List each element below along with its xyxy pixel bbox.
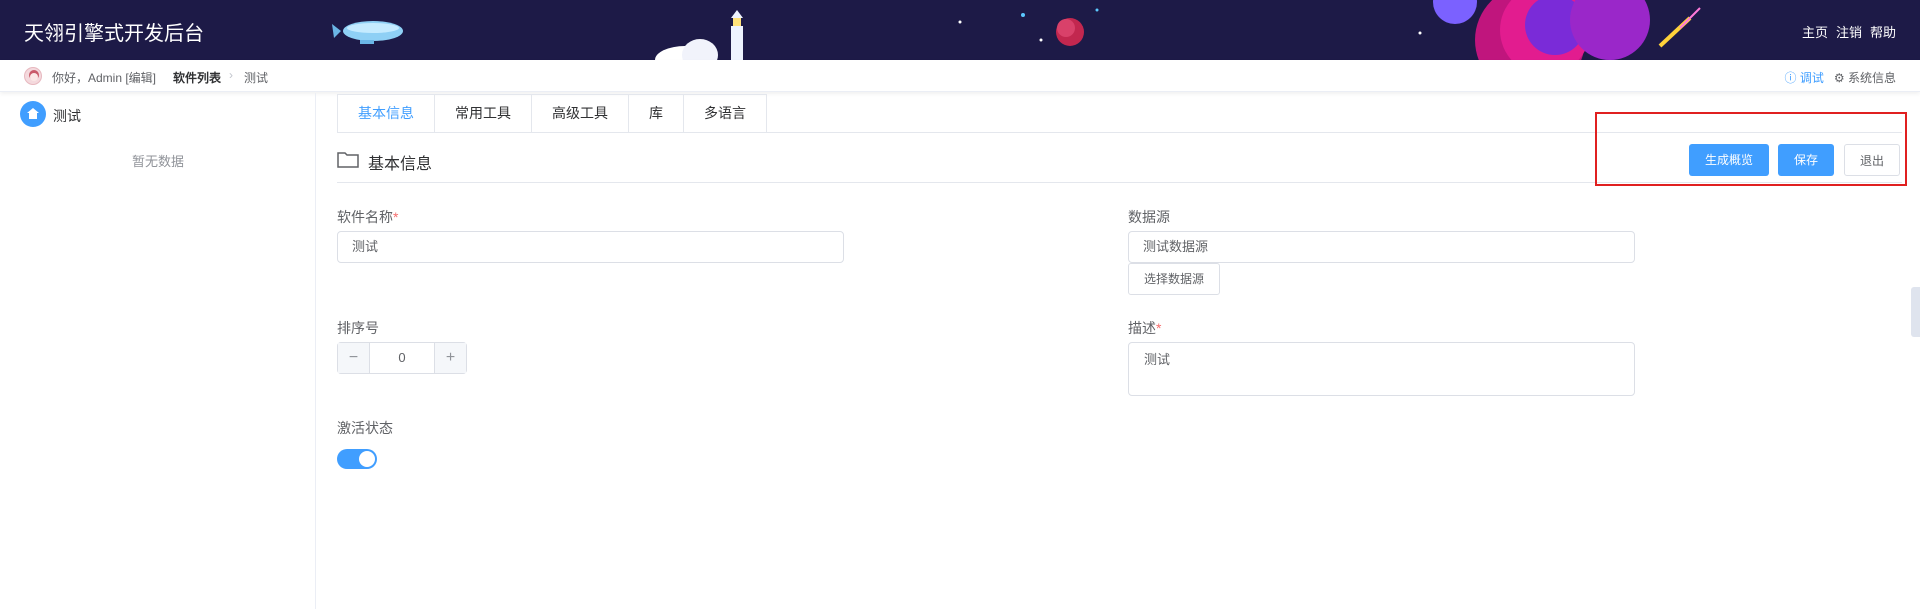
breadcrumb-current: 测试 xyxy=(244,71,269,85)
help-link[interactable]: 帮助 xyxy=(1870,22,1896,41)
decrement-button[interactable]: − xyxy=(338,343,370,373)
order-label: 排序号 xyxy=(337,320,379,336)
order-value[interactable]: 0 xyxy=(370,343,434,373)
debug-label: 调试 xyxy=(1799,71,1824,85)
sidebar-item-test[interactable]: 测试 xyxy=(53,106,81,126)
system-info-link[interactable]: ⚙ 系统信息 xyxy=(1834,69,1896,86)
avatar[interactable] xyxy=(24,67,42,85)
exit-button[interactable]: 退出 xyxy=(1844,144,1900,176)
description-label-text: 描述 xyxy=(1128,320,1156,336)
header-banner-art xyxy=(332,0,1701,60)
save-button[interactable]: 保存 xyxy=(1778,144,1834,176)
required-marker: * xyxy=(393,209,399,225)
side-panel-handle[interactable] xyxy=(1911,287,1920,337)
select-datasource-button[interactable]: 选择数据源 xyxy=(1128,263,1221,295)
description-label: 描述* xyxy=(1128,318,1161,338)
tab-common-tools[interactable]: 常用工具 xyxy=(435,95,532,132)
tab-bar: 基本信息 常用工具 高级工具 库 多语言 xyxy=(337,94,767,132)
empty-state-text: 暂无数据 xyxy=(131,154,184,169)
order-stepper: − 0 + xyxy=(337,342,467,374)
datasource-input[interactable]: 测试数据源 xyxy=(1128,231,1635,263)
description-textarea[interactable]: 测试 xyxy=(1128,342,1635,396)
system-info-label: 系统信息 xyxy=(1847,71,1896,85)
top-links: 主页 注销 帮助 xyxy=(1802,22,1896,41)
active-status-switch[interactable] xyxy=(337,449,377,469)
software-name-label: 软件名称* xyxy=(337,207,398,227)
tab-library[interactable]: 库 xyxy=(629,95,684,132)
breadcrumb-separator-icon: › xyxy=(229,68,233,82)
tab-advanced-tools[interactable]: 高级工具 xyxy=(532,95,629,132)
active-status-label: 激活状态 xyxy=(337,420,393,436)
tab-multi-language[interactable]: 多语言 xyxy=(684,95,766,132)
breadcrumb-software-list[interactable]: 软件列表 xyxy=(173,69,221,86)
datasource-label: 数据源 xyxy=(1128,209,1170,225)
breadcrumb-bar: 你好，Admin [编辑] 软件列表 › 测试 ⓘ 调试 ⚙ 系统信息 xyxy=(0,60,1920,92)
software-name-input[interactable]: 测试 xyxy=(337,231,844,263)
tab-basic-info[interactable]: 基本信息 xyxy=(338,95,435,132)
gear-icon: ⚙ xyxy=(1833,71,1848,85)
folder-icon xyxy=(337,152,359,168)
required-marker: * xyxy=(1156,320,1162,336)
generate-overview-button[interactable]: 生成概览 xyxy=(1689,144,1769,176)
debug-link[interactable]: ⓘ 调试 xyxy=(1785,69,1824,86)
section-title: 基本信息 xyxy=(368,156,433,173)
switch-knob xyxy=(359,451,375,467)
info-icon: ⓘ xyxy=(1784,71,1800,85)
sidebar: 测试 暂无数据 xyxy=(0,93,316,609)
top-header: 天翎引擎式开发后台 主页 注销 帮助 xyxy=(0,0,1920,60)
logout-link[interactable]: 注销 xyxy=(1836,22,1862,41)
home-icon[interactable] xyxy=(20,101,46,127)
software-name-label-text: 软件名称 xyxy=(337,209,393,225)
home-link[interactable]: 主页 xyxy=(1802,22,1828,41)
user-greeting[interactable]: 你好，Admin [编辑] xyxy=(52,69,156,86)
increment-button[interactable]: + xyxy=(434,343,466,373)
breadcrumb-actions: ⓘ 调试 ⚙ 系统信息 xyxy=(1785,69,1896,86)
avatar-icon xyxy=(29,70,39,81)
app-title: 天翎引擎式开发后台 xyxy=(24,23,204,45)
